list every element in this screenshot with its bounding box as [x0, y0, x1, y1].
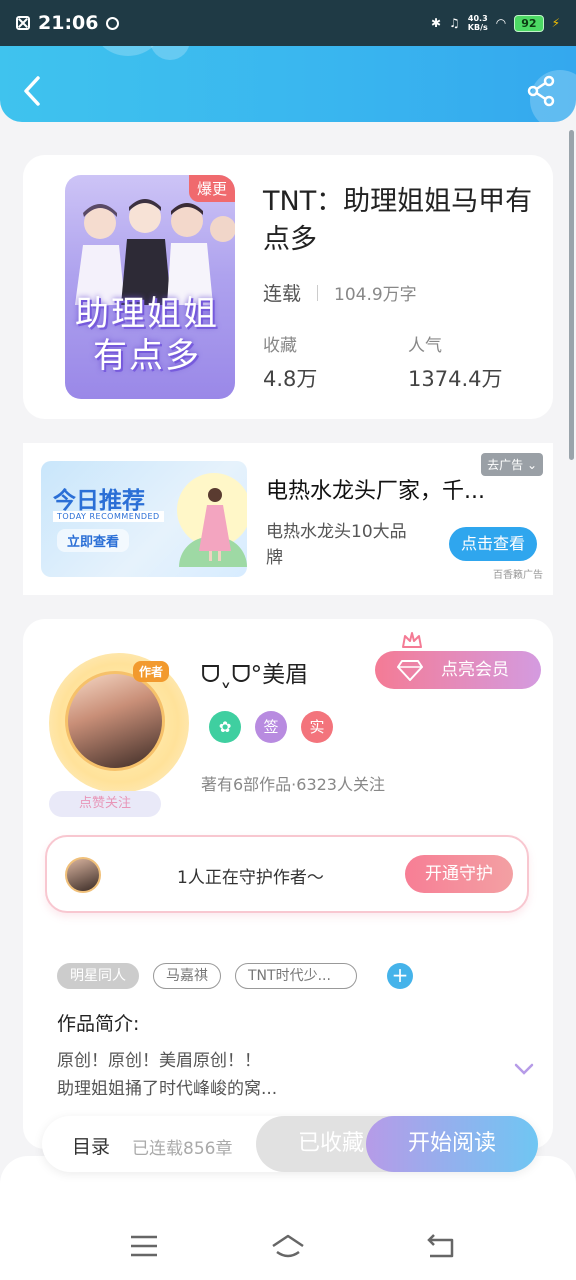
- ad-title[interactable]: 电热水龙头厂家，千...: [266, 473, 485, 505]
- ad-source: 百香籁广告: [493, 570, 543, 581]
- tag-chip[interactable]: 马嘉祺: [153, 963, 221, 989]
- ad-description: 电热水龙头10大品牌: [266, 522, 407, 568]
- intro-line: 助理姐姐捅了时代峰峻的窝...: [57, 1079, 278, 1099]
- table-of-contents-button[interactable]: 目录: [72, 1132, 110, 1159]
- guard-author-box: 1人正在守护作者～ 开通守护: [45, 835, 529, 913]
- crown-icon: [402, 632, 422, 648]
- cover-illustration: [75, 199, 235, 305]
- system-nav-bar: [0, 1156, 576, 1280]
- status-time: 21:06: [38, 12, 99, 34]
- back-nav-icon[interactable]: [424, 1232, 456, 1260]
- bluetooth-icon: ✱: [430, 16, 442, 30]
- guard-text: 1人正在守护作者～: [177, 868, 324, 888]
- intro-title: 作品简介:: [57, 1013, 140, 1035]
- globe-icon: [106, 16, 120, 30]
- add-tag-icon[interactable]: +: [387, 963, 413, 989]
- handshake-badge-icon: ✿: [209, 711, 241, 743]
- author-tag: 作者: [133, 661, 170, 682]
- tag-list: 明星同人 马嘉祺 TNT时代少... +: [57, 963, 413, 989]
- menu-icon[interactable]: [128, 1232, 160, 1260]
- intro-text: 原创！原创！美眉原创！！ 助理姐姐捅了时代峰峻的窝...: [57, 1047, 457, 1103]
- popularity-label: 人气: [408, 336, 442, 356]
- charging-icon: ⚡: [551, 16, 560, 30]
- ad-image-subtitle: TODAY RECOMMENDED: [53, 511, 164, 522]
- favorites-value: 4.8万: [263, 367, 318, 391]
- home-icon[interactable]: [270, 1232, 306, 1260]
- cover-title: 助理姐姐 有点多: [75, 294, 219, 376]
- tag-chip[interactable]: 明星同人: [57, 963, 139, 989]
- wifi-icon: ◠: [495, 16, 507, 30]
- serial-status: 连载: [263, 283, 302, 305]
- avatar: [65, 671, 165, 771]
- signed-badge: 签: [255, 711, 287, 743]
- author-meta: 著有6部作品·6323人关注: [201, 775, 385, 794]
- ad-card[interactable]: 今日推荐 TODAY RECOMMENDED 立即查看 电热水龙头厂家，千...…: [23, 443, 553, 595]
- ad-girl-illustration: [199, 488, 231, 561]
- book-cover[interactable]: 助理姐姐 有点多 爆更: [65, 175, 235, 399]
- ad-image-cta: 立即查看: [57, 529, 130, 552]
- bottom-action-bar: 目录 已连载856章 已收藏 开始阅读: [42, 1116, 538, 1172]
- chapter-count: 已连载856章: [132, 1139, 233, 1159]
- favorites-label: 收藏: [263, 336, 297, 356]
- hot-update-badge: 爆更: [188, 175, 235, 202]
- status-bar: 21:06 ✱ ♫ 40.3 KB/s ◠ 92 ⚡: [0, 0, 576, 46]
- ad-image[interactable]: 今日推荐 TODAY RECOMMENDED 立即查看: [41, 461, 247, 577]
- ad-image-title: 今日推荐: [53, 488, 145, 514]
- divider: [317, 284, 319, 301]
- book-title: TNT：助理姐姐马甲有点多: [263, 186, 533, 255]
- book-status-row: 连载 104.9万字: [263, 279, 417, 306]
- remove-ad-button[interactable]: 去广告 ⌄: [481, 453, 543, 476]
- author-badges: ✿ 签 实: [209, 711, 333, 743]
- diamond-icon: [397, 660, 423, 681]
- guardian-avatar: [65, 857, 101, 893]
- ad-view-button[interactable]: 点击查看: [449, 527, 537, 561]
- verified-badge: 实: [301, 711, 333, 743]
- battery-level: 92: [514, 14, 544, 32]
- start-reading-button[interactable]: 开始阅读: [366, 1116, 538, 1172]
- author-name[interactable]: ᗜˬᗜ°美眉: [201, 655, 308, 689]
- book-info-card: 助理姐姐 有点多 爆更 TNT：助理姐姐马甲有点多 连载 104.9万字 收藏 …: [23, 155, 553, 419]
- share-icon[interactable]: [526, 74, 556, 108]
- popularity-value: 1374.4万: [408, 367, 503, 391]
- author-card: 作者 点赞关注 ᗜˬᗜ°美眉 点亮会员 ✿ 签 实 著有6部作品·6323人关注…: [23, 619, 553, 1149]
- tag-chip[interactable]: TNT时代少...: [235, 963, 357, 989]
- chevron-down-icon: ⌄: [526, 458, 537, 472]
- author-avatar-frame[interactable]: 作者: [49, 653, 189, 793]
- notification-icon: [16, 16, 30, 30]
- network-speed: 40.3 KB/s: [467, 14, 488, 32]
- back-icon[interactable]: [18, 74, 46, 108]
- headphones-icon: ♫: [449, 16, 460, 30]
- like-follow-button[interactable]: 点赞关注: [49, 791, 161, 817]
- intro-line: 原创！原创！美眉原创！！: [57, 1051, 261, 1071]
- word-count: 104.9万字: [334, 285, 417, 305]
- scrollbar[interactable]: [569, 130, 574, 460]
- chevron-down-icon[interactable]: [513, 1061, 535, 1077]
- open-guard-button[interactable]: 开通守护: [405, 855, 513, 893]
